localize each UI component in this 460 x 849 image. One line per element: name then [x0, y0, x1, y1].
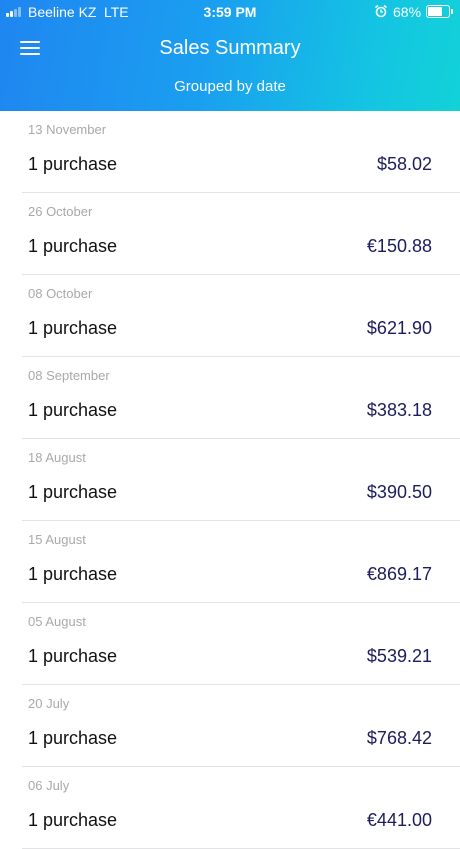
item-amount: $390.50	[366, 482, 432, 502]
item-date: 05 August	[28, 614, 86, 629]
item-amount: $621.90	[366, 318, 432, 338]
item-count: 1 purchase	[28, 236, 118, 256]
item-date: 06 July	[28, 778, 70, 793]
battery-percent: 68%	[393, 4, 422, 20]
sales-list: 13 November 1 purchase $58.02 26 October…	[0, 111, 460, 849]
item-count: 1 purchase	[28, 810, 118, 830]
item-count: 1 purchase	[28, 400, 118, 420]
item-amount: $58.02	[376, 154, 432, 174]
header: Beeline KZ LTE 3:59 PM 68% Sales Summary…	[0, 0, 460, 111]
alarm-clock-icon	[375, 4, 387, 18]
item-count: 1 purchase	[28, 154, 118, 174]
item-date: 13 November	[28, 122, 107, 137]
page-subtitle: Grouped by date	[174, 78, 286, 95]
list-item[interactable]: 08 September 1 purchase $383.18	[0, 357, 460, 439]
item-amount: $539.21	[366, 646, 432, 666]
list-item[interactable]: 18 August 1 purchase $390.50	[0, 439, 460, 521]
list-item[interactable]: 26 October 1 purchase €150.88	[0, 193, 460, 275]
item-count: 1 purchase	[28, 482, 118, 502]
list-item[interactable]: 20 July 1 purchase $768.42	[0, 685, 460, 767]
status-time: 3:59 PM	[203, 4, 257, 20]
item-date: 20 July	[28, 696, 70, 711]
item-date: 15 August	[28, 532, 86, 547]
battery-icon	[426, 5, 453, 18]
item-amount: €441.00	[366, 810, 432, 830]
item-amount: $383.18	[366, 400, 432, 420]
item-amount: €869.17	[366, 564, 432, 584]
item-count: 1 purchase	[28, 646, 118, 666]
battery-fill	[428, 7, 442, 16]
list-item[interactable]: 05 August 1 purchase $539.21	[0, 603, 460, 685]
item-amount: €150.88	[366, 236, 432, 256]
list-item[interactable]: 15 August 1 purchase €869.17	[0, 521, 460, 603]
item-date: 26 October	[28, 204, 93, 219]
item-count: 1 purchase	[28, 318, 118, 338]
list-item[interactable]: 13 November 1 purchase $58.02	[0, 111, 460, 193]
item-date: 18 August	[28, 450, 86, 465]
item-amount: $768.42	[366, 728, 432, 748]
item-date: 08 September	[28, 368, 110, 383]
item-count: 1 purchase	[28, 728, 118, 748]
list-item[interactable]: 06 July 1 purchase €441.00	[0, 767, 460, 849]
status-bar: Beeline KZ LTE 3:59 PM 68%	[0, 0, 460, 24]
item-date: 08 October	[28, 286, 93, 301]
item-count: 1 purchase	[28, 564, 118, 584]
page-title: Sales Summary	[159, 37, 301, 59]
list-item[interactable]: 08 October 1 purchase $621.90	[0, 275, 460, 357]
